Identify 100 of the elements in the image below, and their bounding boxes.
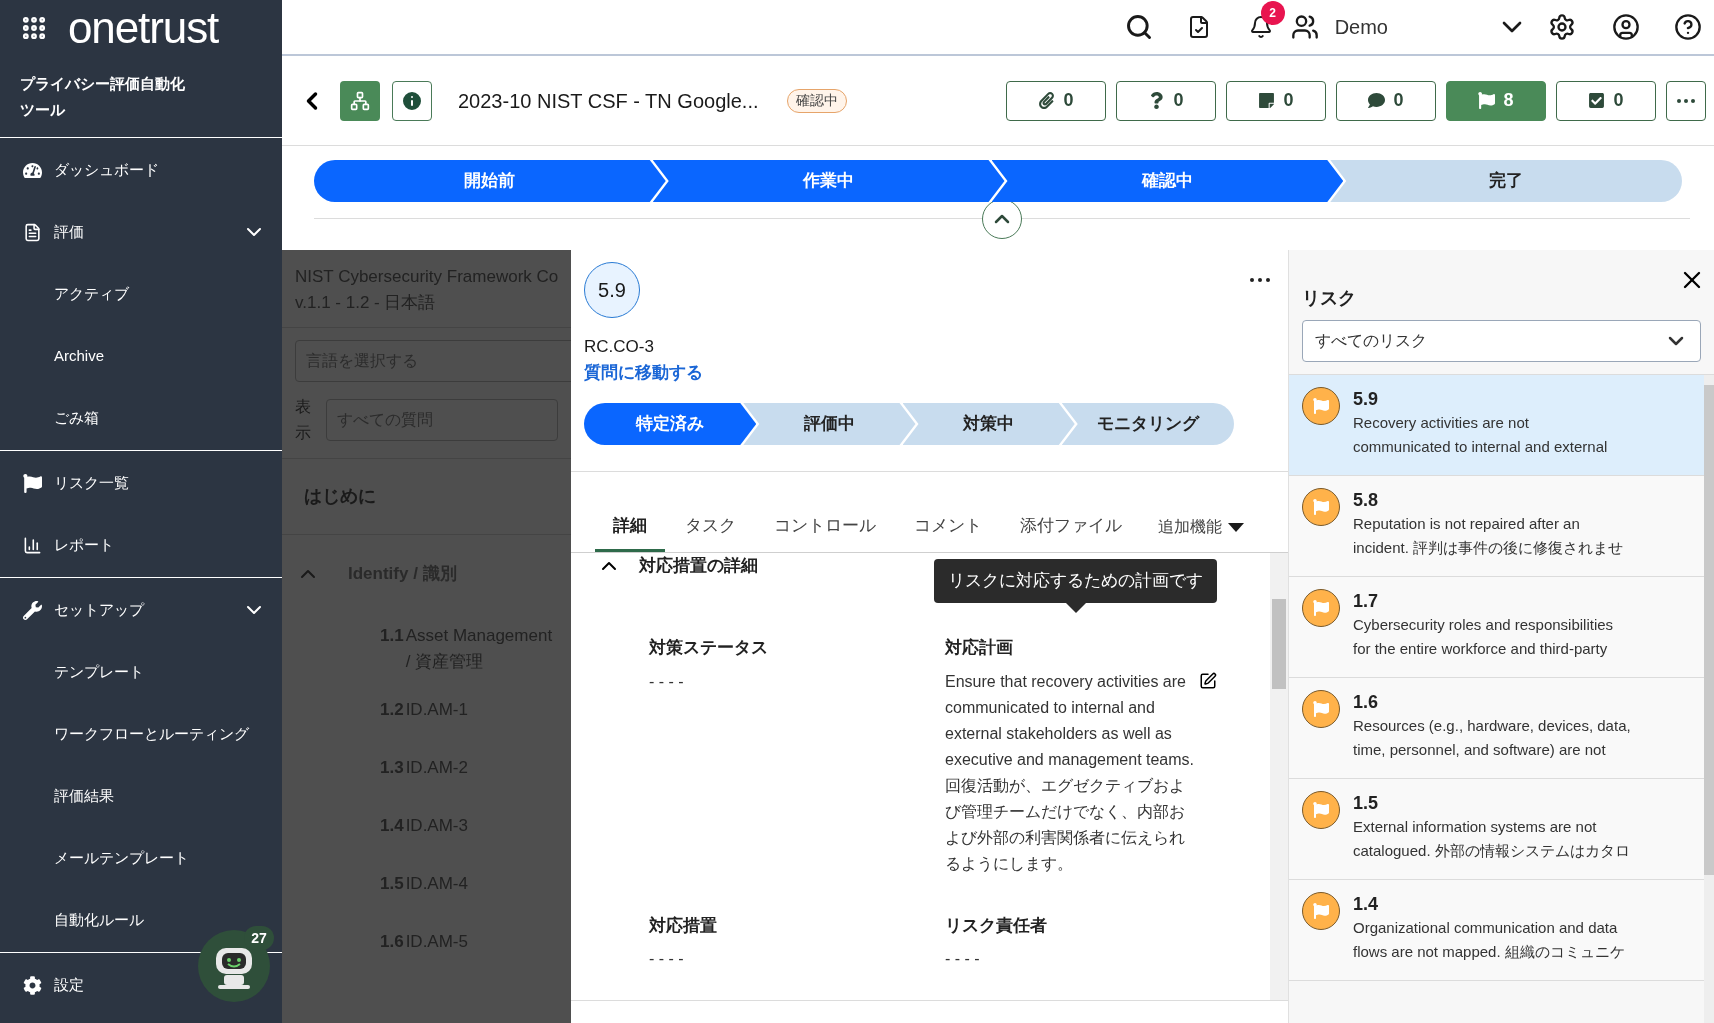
flag-badge-icon — [1302, 892, 1340, 930]
tab[interactable]: タスク — [667, 502, 754, 552]
caret-down-icon — [1228, 522, 1244, 532]
status-badge: 確認中 — [786, 88, 847, 113]
search-icon[interactable] — [1124, 13, 1153, 41]
comment-icon — [1368, 92, 1386, 109]
scrollbar[interactable] — [1270, 553, 1288, 1000]
sidebar-subitem[interactable]: 自動化ルール — [54, 908, 144, 932]
scrollbar[interactable] — [1704, 375, 1714, 1023]
sidebar-subitem[interactable]: テンプレート — [54, 660, 144, 684]
more-icon — [1677, 98, 1695, 103]
assessment-title: 2023-10 NIST CSF - TN Google... — [458, 88, 759, 114]
risk-number: 5.9 — [1353, 388, 1380, 411]
tooltip: リスクに対応するための計画です — [934, 559, 1217, 603]
stage-step[interactable]: 完了 — [1330, 160, 1682, 202]
risk-number: 1.5 — [1353, 792, 1380, 815]
tree-view-button[interactable] — [340, 80, 380, 121]
field-label: リスク責任者 — [945, 914, 1048, 937]
sidebar-item[interactable]: ダッシュボード — [54, 158, 159, 182]
stage-step[interactable]: 開始前 — [314, 160, 666, 202]
tooltip-pointer — [1065, 603, 1086, 613]
sidebar-subitem[interactable]: 評価結果 — [54, 784, 114, 808]
sidebar-item[interactable]: 設定 — [54, 973, 84, 997]
risk-list-item[interactable]: 5.9 Recovery activities are not communicated to internal and external — [1289, 375, 1704, 476]
notification-badge: 27 — [244, 926, 274, 950]
counter-button[interactable]: 0 — [1116, 80, 1216, 121]
flag-icon — [23, 473, 42, 493]
field-value: 回復活動が、エグゼクティブおよび管理チームだけでなく、内部および外部の利害関係者に伝えられるようにします。 — [945, 775, 1186, 874]
question-mark-icon — [1148, 92, 1166, 109]
field-label: 対応計画 — [945, 637, 1014, 659]
field-value: - - - - — [945, 949, 981, 969]
go-to-question-link[interactable]: 質問に移動する — [584, 362, 703, 382]
risk-number: 1.4 — [1353, 893, 1380, 916]
gauge-icon — [23, 160, 42, 180]
risk-number: 1.7 — [1353, 590, 1380, 613]
users-icon[interactable] — [1290, 13, 1319, 41]
checkbox-icon — [1588, 92, 1606, 109]
sidebar-subitem[interactable]: Archive — [54, 344, 105, 368]
stage-step[interactable]: 評価中 — [743, 403, 916, 445]
bar-chart-icon — [23, 535, 42, 555]
tab[interactable]: コメント — [896, 502, 1000, 552]
flag-badge-icon — [1302, 488, 1340, 526]
counter-button[interactable]: 0 — [1006, 80, 1106, 121]
stage-step[interactable]: 確認中 — [991, 160, 1344, 202]
stage-step[interactable]: モニタリング — [1061, 403, 1234, 445]
app-grid-icon[interactable] — [20, 14, 48, 42]
counter-button[interactable]: 0 — [1556, 80, 1656, 121]
sidebar-item[interactable]: リスク一覧 — [54, 471, 129, 495]
risk-description: Cybersecurity roles and responsibilities for the entire workforce and third-party — [1353, 615, 1614, 659]
product-title: プライバシー評価自動化ツール — [20, 73, 186, 120]
risk-description: External information systems are not catalogued. 外部の情報システムはカタロ — [1353, 817, 1630, 861]
stage-step[interactable]: 対策中 — [902, 403, 1075, 445]
flag-badge-icon — [1302, 387, 1340, 425]
help-icon[interactable] — [1674, 13, 1702, 41]
edit-icon[interactable] — [1199, 671, 1217, 690]
sidebar-subitem[interactable]: ワークフローとルーティング — [54, 722, 249, 746]
collapse-button[interactable] — [982, 199, 1022, 239]
sidebar-item[interactable]: セットアップ — [54, 598, 144, 622]
field-value: - - - - — [649, 949, 685, 969]
stage-step[interactable]: 特定済み — [584, 403, 757, 445]
tab[interactable]: コントロール — [756, 502, 894, 552]
field-value: - - - - — [649, 671, 685, 692]
document-icon — [23, 222, 42, 242]
user-avatar-icon[interactable] — [1612, 13, 1640, 41]
notification-badge: 2 — [1260, 1, 1285, 25]
counter-button[interactable]: 8 — [1446, 80, 1546, 121]
logo: onetrust — [68, 6, 219, 50]
flag-icon — [1478, 92, 1496, 109]
flag-badge-icon — [1302, 690, 1340, 728]
field-label: 対策ステータス — [649, 637, 769, 659]
counter-button[interactable]: 0 — [1336, 80, 1436, 121]
tab[interactable]: 詳細 — [595, 502, 665, 552]
wrench-icon — [23, 600, 42, 620]
more-icon[interactable] — [1250, 278, 1270, 282]
sidebar-item[interactable]: 評価 — [54, 220, 84, 244]
risk-filter-select[interactable]: すべてのリスク — [1302, 320, 1701, 362]
more-features-tab[interactable]: 追加機能 — [1142, 502, 1260, 552]
tab[interactable]: 添付ファイル — [1002, 502, 1140, 552]
stage-step[interactable]: 作業中 — [652, 160, 1005, 202]
risk-id: RC.CO-3 — [584, 336, 655, 358]
settings-icon[interactable] — [1548, 13, 1576, 41]
sidebar-item[interactable]: レポート — [54, 533, 114, 557]
score-badge: 5.9 — [584, 262, 640, 318]
field-value: Ensure that recovery activities are communicated to internal and external stakeholders as well as executive and management teams. — [945, 671, 1195, 770]
info-button[interactable] — [392, 80, 432, 121]
risk-number: 5.8 — [1353, 489, 1380, 512]
user-name[interactable]: Demo — [1334, 12, 1388, 42]
risk-description: Reputation is not repaired after an incident. 評判は事件の後に修復されませ — [1353, 514, 1624, 558]
note-icon — [1258, 92, 1276, 109]
more-button[interactable] — [1666, 80, 1706, 121]
paperclip-icon — [1038, 92, 1056, 109]
section-title: 対応措置の詳細 — [639, 555, 758, 578]
tree-icon — [350, 90, 370, 111]
counter-button[interactable]: 0 — [1226, 80, 1326, 121]
sidebar-subitem[interactable]: メールテンプレート — [54, 846, 189, 870]
sidebar-subitem[interactable]: ごみ箱 — [54, 406, 99, 430]
flag-badge-icon — [1302, 791, 1340, 829]
field-label: 対応措置 — [649, 914, 718, 937]
sidebar-subitem[interactable]: アクティブ — [54, 282, 129, 306]
risk-description: Resources (e.g., hardware, devices, data, time, personnel, and software) are not — [1353, 716, 1631, 760]
